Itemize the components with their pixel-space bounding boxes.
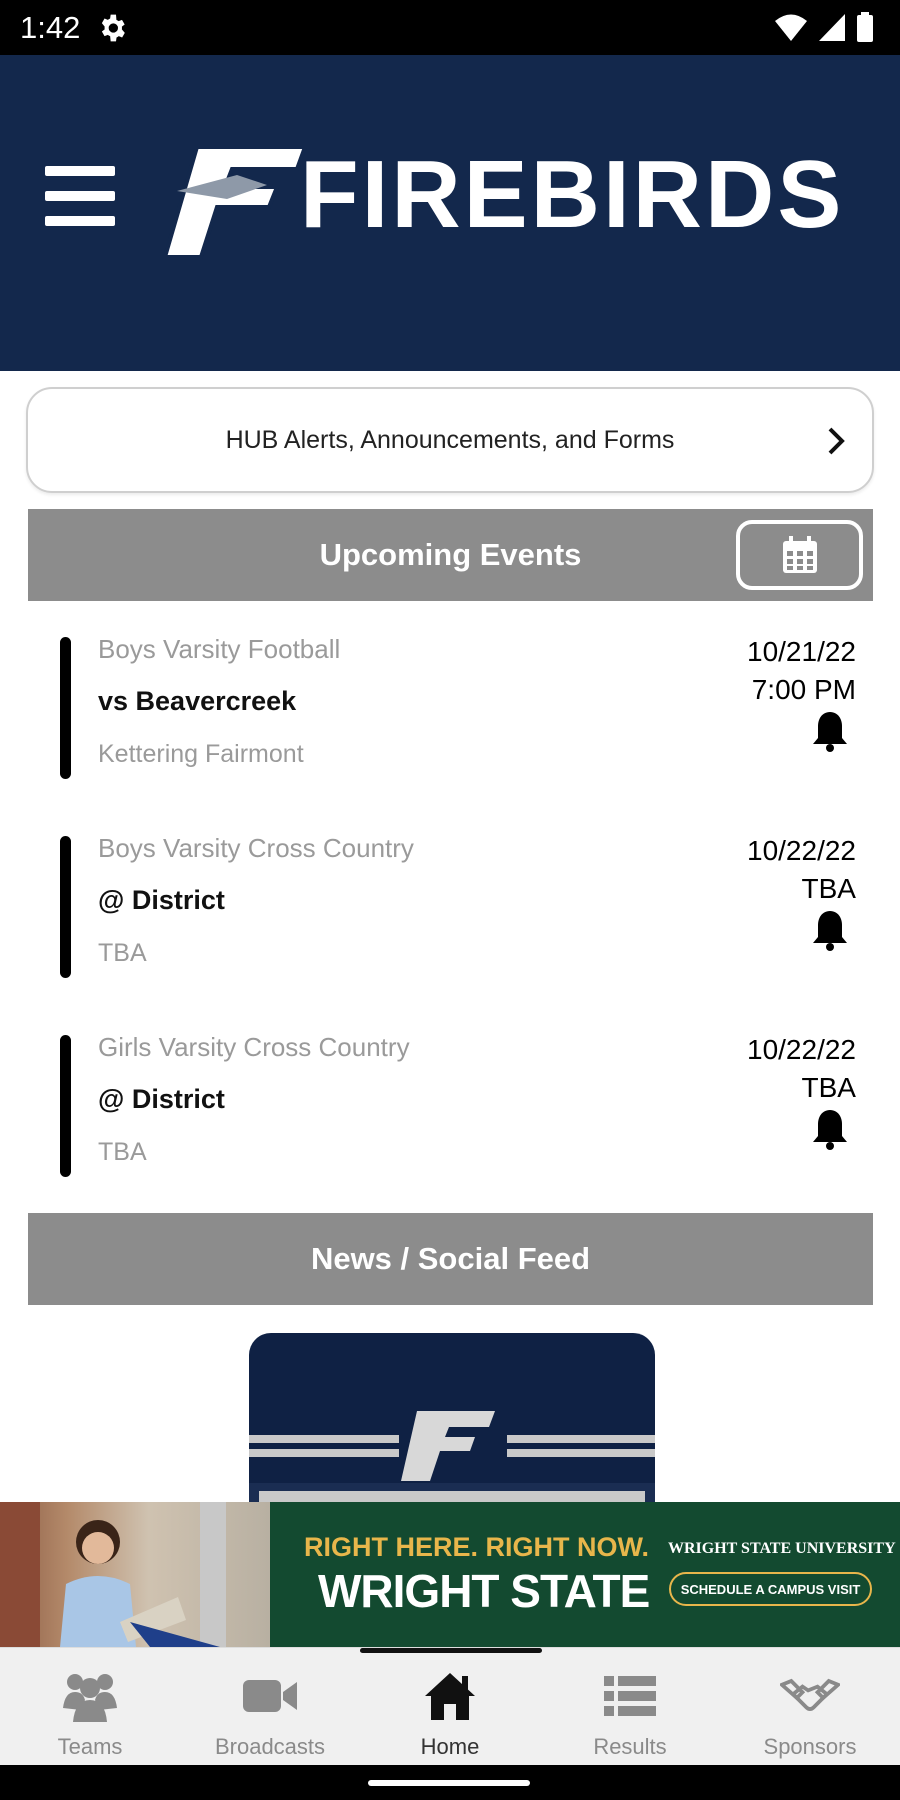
ad-university-name: WRIGHT STATE UNIVERSITY bbox=[668, 1540, 896, 1557]
tab-home[interactable]: Home bbox=[360, 1648, 540, 1765]
hub-alerts-card[interactable]: HUB Alerts, Announcements, and Forms bbox=[26, 387, 874, 493]
ad-tagline: RIGHT HERE. RIGHT NOW. bbox=[304, 1532, 650, 1562]
bottom-tab-bar: Teams Broadcasts Home Results Sponsors bbox=[0, 1647, 900, 1765]
list-icon bbox=[600, 1668, 660, 1724]
event-marker bbox=[60, 836, 71, 978]
ad-student-photo bbox=[0, 1502, 270, 1647]
event-item[interactable]: Boys Varsity Football vs Beavercreek Ket… bbox=[60, 634, 860, 779]
tab-label: Home bbox=[420, 1734, 480, 1759]
active-tab-indicator bbox=[360, 1648, 542, 1653]
event-date: 10/22/22 bbox=[747, 1034, 856, 1065]
handshake-icon bbox=[780, 1668, 840, 1724]
tab-sponsors[interactable]: Sponsors bbox=[720, 1648, 900, 1765]
tab-broadcasts[interactable]: Broadcasts bbox=[180, 1648, 360, 1765]
home-icon bbox=[420, 1668, 480, 1724]
event-date: 10/22/22 bbox=[747, 835, 856, 866]
home-gesture-pill[interactable] bbox=[368, 1780, 530, 1786]
event-opponent: @ District bbox=[98, 1084, 225, 1114]
tab-results[interactable]: Results bbox=[540, 1648, 720, 1765]
tab-label: Broadcasts bbox=[214, 1734, 326, 1759]
chevron-right-icon bbox=[828, 427, 845, 455]
event-marker bbox=[60, 637, 71, 779]
calendar-icon bbox=[782, 536, 817, 573]
cellular-signal-icon bbox=[819, 14, 845, 41]
event-team: Boys Varsity Football bbox=[98, 634, 341, 664]
event-item[interactable]: Girls Varsity Cross Country @ District T… bbox=[60, 1032, 860, 1177]
hamburger-menu-button[interactable] bbox=[45, 166, 115, 226]
tab-teams[interactable]: Teams bbox=[0, 1648, 180, 1765]
news-feed-header: News / Social Feed bbox=[28, 1213, 873, 1305]
bell-icon[interactable] bbox=[810, 1108, 850, 1150]
upcoming-events-header: Upcoming Events bbox=[28, 509, 873, 601]
tab-label: Sponsors bbox=[763, 1734, 857, 1759]
upcoming-events-title: Upcoming Events bbox=[319, 537, 582, 572]
system-nav-bar bbox=[0, 1765, 900, 1800]
event-team: Boys Varsity Cross Country bbox=[98, 833, 414, 863]
event-time: 7:00 PM bbox=[751, 674, 856, 705]
event-date: 10/21/22 bbox=[747, 636, 856, 667]
event-opponent: @ District bbox=[98, 885, 225, 915]
hub-alerts-label: HUB Alerts, Announcements, and Forms bbox=[225, 425, 675, 454]
event-opponent: vs Beavercreek bbox=[98, 686, 297, 716]
event-time: TBA bbox=[801, 873, 856, 904]
wifi-icon bbox=[775, 14, 807, 41]
news-feed-title: News / Social Feed bbox=[310, 1241, 591, 1276]
brand-name: FIREBIRDS bbox=[300, 141, 845, 248]
event-team: Girls Varsity Cross Country bbox=[98, 1032, 410, 1062]
fairmont-f-logo-icon bbox=[249, 1411, 655, 1503]
tab-label: Results bbox=[593, 1734, 667, 1759]
event-time: TBA bbox=[801, 1072, 856, 1103]
schedule-visit-button[interactable]: SCHEDULE A CAMPUS VISIT bbox=[669, 1572, 872, 1606]
bell-icon[interactable] bbox=[810, 909, 850, 951]
battery-icon bbox=[857, 12, 873, 42]
settings-gear-icon bbox=[101, 14, 125, 42]
bell-icon[interactable] bbox=[810, 710, 850, 752]
status-bar: 1:42 bbox=[0, 0, 900, 55]
video-camera-icon bbox=[240, 1668, 300, 1724]
status-time: 1:42 bbox=[20, 10, 81, 45]
sponsor-ad-banner[interactable]: RIGHT HERE. RIGHT NOW. WRIGHT STATE WRIG… bbox=[0, 1502, 900, 1647]
news-post-image[interactable] bbox=[249, 1333, 655, 1503]
event-location: TBA bbox=[98, 1138, 147, 1166]
status-icons bbox=[774, 12, 874, 42]
app-header: FIREBIRDS bbox=[0, 55, 900, 371]
event-marker bbox=[60, 1035, 71, 1177]
calendar-button[interactable] bbox=[736, 520, 863, 590]
event-location: Kettering Fairmont bbox=[98, 740, 304, 768]
event-item[interactable]: Boys Varsity Cross Country @ District TB… bbox=[60, 833, 860, 978]
teams-icon bbox=[60, 1668, 120, 1724]
event-location: TBA bbox=[98, 939, 147, 967]
firebirds-f-logo-icon bbox=[162, 145, 307, 259]
tab-label: Teams bbox=[57, 1734, 123, 1759]
ad-title: WRIGHT STATE bbox=[318, 1565, 650, 1617]
